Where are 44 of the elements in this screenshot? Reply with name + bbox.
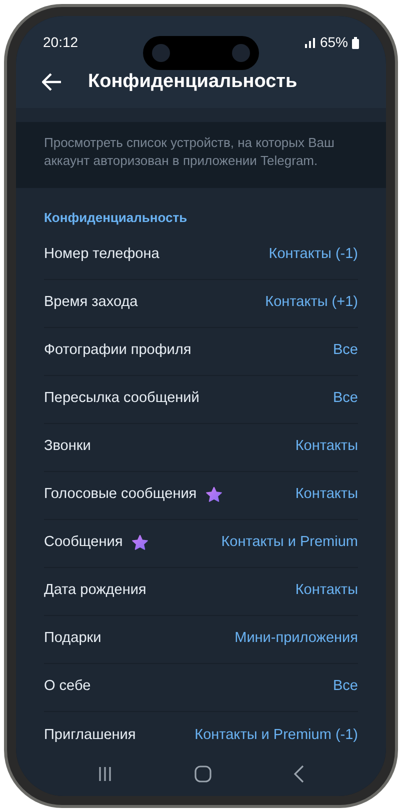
row-label: Приглашения — [44, 726, 136, 745]
privacy-row[interactable]: Пересылка сообщений Все — [44, 376, 358, 424]
row-label: Фотографии профиля — [44, 341, 192, 360]
section-title: Конфиденциальность — [43, 209, 188, 228]
recent-apps-icon[interactable] — [96, 766, 113, 782]
screen-title: Конфиденциальность — [88, 70, 298, 94]
row-value: Контакты (+1) — [265, 293, 358, 312]
privacy-row[interactable]: О себе Все — [44, 664, 358, 712]
privacy-row[interactable]: Голосовые сообщения Контакты — [44, 472, 358, 520]
back-arrow-icon[interactable] — [42, 73, 62, 91]
row-value: Все — [333, 341, 358, 360]
row-label: О себе — [44, 677, 91, 696]
row-label: Голосовые сообщения — [44, 485, 197, 504]
row-label: Сообщения — [44, 533, 123, 552]
row-label: Время захода — [44, 293, 138, 312]
row-value: Контакты — [295, 581, 358, 600]
row-value: Мини-приложения — [234, 629, 358, 648]
privacy-row[interactable]: Приглашения Контакты и Premium (-1) — [44, 712, 358, 760]
battery-icon — [352, 36, 359, 48]
privacy-row[interactable]: Фотографии профиля Все — [44, 328, 358, 376]
signal-icon — [304, 38, 316, 48]
privacy-row[interactable]: Номер телефона Контакты (-1) — [44, 232, 358, 280]
row-value: Все — [333, 677, 358, 696]
privacy-row[interactable]: Время захода Контакты (+1) — [44, 280, 358, 328]
privacy-row[interactable]: Звонки Контакты — [44, 424, 358, 472]
row-value: Контакты и Premium (-1) — [194, 726, 358, 745]
row-label: Пересылка сообщений — [44, 389, 200, 408]
row-value: Контакты и Premium — [221, 533, 358, 552]
row-value: Контакты (-1) — [268, 245, 358, 264]
privacy-row[interactable]: Подарки Мини-приложения — [44, 616, 358, 664]
privacy-row[interactable]: Сообщения Контакты и Premium — [44, 520, 358, 568]
home-icon[interactable] — [194, 764, 212, 783]
row-label: Дата рождения — [44, 581, 146, 600]
row-label: Подарки — [44, 629, 102, 648]
devices-note: Просмотреть список устройств, на которых Ваш аккаунт авторизован в приложении Telegram. — [44, 134, 336, 170]
back-icon[interactable] — [293, 764, 306, 783]
battery-percent: 65% — [320, 33, 348, 52]
row-label: Номер телефона — [44, 245, 160, 264]
status-time: 20:12 — [43, 33, 78, 52]
privacy-row[interactable]: Дата рождения Контакты — [44, 568, 358, 616]
row-value: Все — [333, 389, 358, 408]
row-value: Контакты — [295, 437, 358, 456]
row-label: Звонки — [44, 437, 91, 456]
row-value: Контакты — [295, 485, 358, 504]
